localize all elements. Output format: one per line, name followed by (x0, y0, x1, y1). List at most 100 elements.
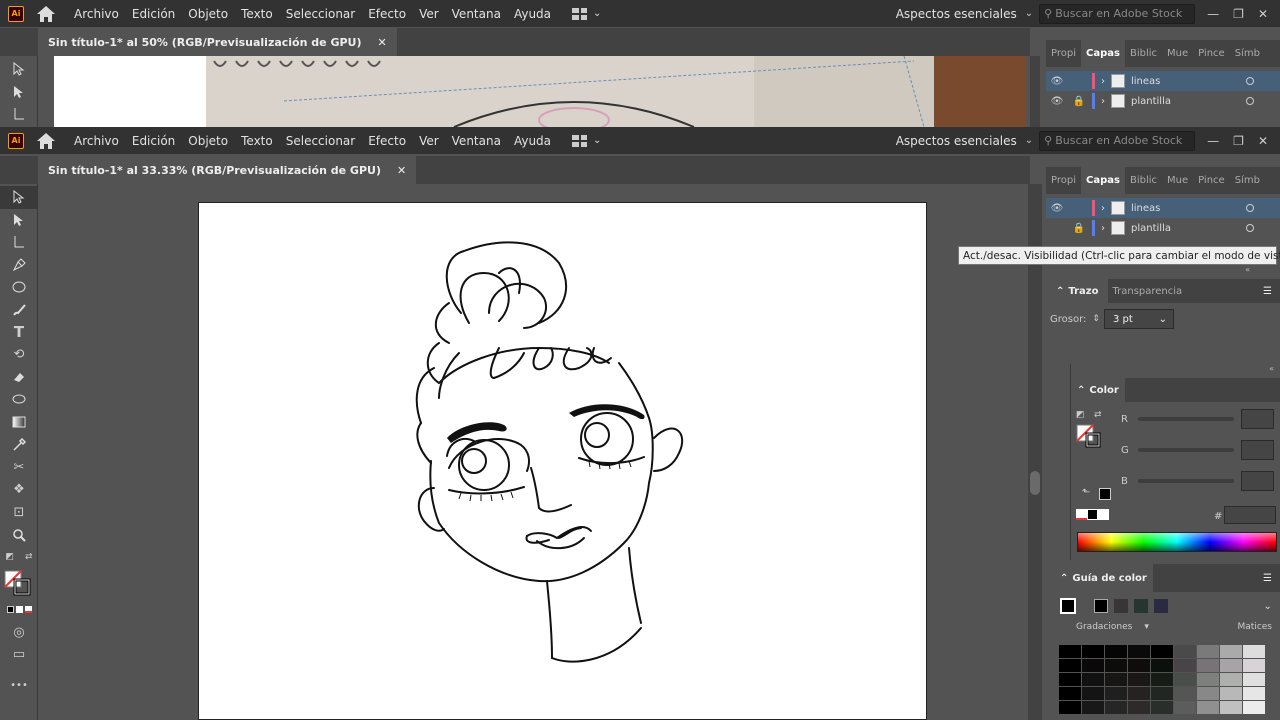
panel-menu-icon[interactable]: ☰ (1263, 573, 1272, 584)
guide-swatch[interactable] (1197, 687, 1219, 700)
layer-row-plantilla[interactable]: 👁 🔒 › plantilla (1046, 91, 1280, 111)
layer-name[interactable]: lineas (1131, 203, 1160, 214)
document-tab[interactable]: Sin título-1* al 50% (RGB/Previsualizaci… (38, 28, 397, 56)
rotate-tool[interactable]: ⟲ (0, 344, 38, 367)
guide-swatch[interactable] (1174, 645, 1196, 658)
tab-simbolos[interactable]: Símb (1230, 175, 1265, 186)
layer-name[interactable]: plantilla (1131, 223, 1171, 234)
chevron-down-icon[interactable]: ▾ (1144, 622, 1149, 632)
guide-swatch[interactable] (1082, 673, 1104, 686)
guide-swatch[interactable] (1059, 673, 1081, 686)
swap-fill-stroke-icon[interactable]: ◩ ⇄ (0, 546, 38, 569)
value-field-b[interactable] (1241, 471, 1274, 491)
screen-mode-icon[interactable]: ▭ (0, 644, 38, 667)
menu-efecto[interactable]: Efecto (368, 7, 406, 21)
close-tab-icon[interactable]: ✕ (378, 36, 387, 49)
scroll-thumb[interactable] (1030, 471, 1040, 495)
draw-mode-icon[interactable]: ◎ (0, 621, 38, 644)
guide-swatch[interactable] (1220, 645, 1242, 658)
guide-swatch[interactable] (1220, 659, 1242, 672)
guide-swatch[interactable] (1151, 659, 1173, 672)
guide-swatch[interactable] (1243, 645, 1265, 658)
black-swatch-small[interactable] (1087, 509, 1098, 520)
guide-swatch[interactable] (1220, 673, 1242, 686)
guide-swatch[interactable] (1197, 673, 1219, 686)
color-mode-buttons[interactable] (0, 599, 38, 622)
menu-edicion[interactable]: Edición (132, 134, 175, 148)
tab-bibliotecas[interactable]: Biblic (1125, 48, 1162, 59)
menu-seleccionar[interactable]: Seleccionar (286, 7, 355, 21)
guide-swatch[interactable] (1082, 645, 1104, 658)
layer-row-lineas[interactable]: 👁 › lineas (1046, 71, 1280, 91)
workspace-switcher[interactable]: Aspectos esenciales (896, 134, 1017, 148)
guide-swatch[interactable] (1128, 645, 1150, 658)
guide-swatch[interactable] (1243, 673, 1265, 686)
guide-swatch[interactable] (1151, 687, 1173, 700)
menu-seleccionar[interactable]: Seleccionar (286, 134, 355, 148)
chevron-right-icon[interactable]: › (1101, 223, 1105, 234)
stroke-weight-field[interactable]: 3 pt ⌄ (1103, 309, 1174, 329)
value-field-r[interactable] (1241, 409, 1274, 429)
tab-color-guide[interactable]: ⌃ Guía de color (1054, 564, 1153, 592)
blend-tool[interactable]: ✂ (0, 456, 38, 479)
stepper-icon[interactable]: ⇕ (1092, 314, 1100, 324)
fill-stroke-selector[interactable] (0, 569, 38, 599)
menu-ayuda[interactable]: Ayuda (514, 134, 551, 148)
layer-name[interactable]: lineas (1131, 76, 1160, 87)
symbol-sprayer-tool[interactable]: ❖ (0, 479, 38, 502)
menu-ventana[interactable]: Ventana (452, 134, 501, 148)
paintbrush-tool[interactable] (0, 299, 38, 322)
harmony-swatch[interactable] (1134, 599, 1148, 613)
guide-swatch[interactable] (1082, 687, 1104, 700)
tab-capas[interactable]: Capas (1081, 167, 1125, 194)
arrange-documents-button[interactable]: ⌄ (572, 134, 601, 147)
base-color-swatch[interactable] (1060, 598, 1076, 614)
guide-swatch[interactable] (1059, 659, 1081, 672)
collapse-icons[interactable]: « (1071, 364, 1280, 378)
more-tools-icon[interactable]: ••• (0, 674, 38, 697)
lasso-tool[interactable] (0, 389, 38, 412)
slider-g[interactable] (1138, 448, 1234, 452)
menu-objeto[interactable]: Objeto (188, 7, 228, 21)
slider-r[interactable] (1138, 417, 1234, 421)
back-canvas-scrollbar[interactable] (1030, 56, 1040, 127)
chevron-down-icon[interactable]: ⌄ (1264, 601, 1272, 612)
guide-swatch[interactable] (1128, 673, 1150, 686)
direct-selection-tool[interactable] (0, 81, 38, 104)
guide-swatch[interactable] (1105, 701, 1127, 714)
guide-swatch[interactable] (1243, 659, 1265, 672)
layer-row-plantilla[interactable]: 🔒 › plantilla (1046, 218, 1280, 238)
menu-ventana[interactable]: Ventana (452, 7, 501, 21)
artboard-tool[interactable]: ⊡ (0, 501, 38, 524)
menu-ayuda[interactable]: Ayuda (514, 7, 551, 21)
eye-icon[interactable]: 👁 (1046, 76, 1068, 87)
zoom-tool[interactable] (0, 524, 38, 547)
direct-selection-tool[interactable] (0, 209, 38, 232)
close-icon[interactable]: ✕ (1258, 134, 1268, 148)
tab-transparencia[interactable]: Transparencia (1112, 286, 1182, 297)
eye-icon[interactable]: 👁 (1046, 96, 1068, 107)
menu-objeto[interactable]: Objeto (188, 134, 228, 148)
tab-propiedades[interactable]: Propi (1046, 175, 1081, 186)
pen-tool[interactable] (0, 254, 38, 277)
tab-pinceles[interactable]: Pince (1193, 175, 1230, 186)
menu-edicion[interactable]: Edición (132, 7, 175, 21)
target-icon[interactable] (1246, 204, 1254, 212)
menu-texto[interactable]: Texto (241, 7, 273, 21)
guide-swatch[interactable] (1220, 687, 1242, 700)
lock-icon[interactable]: 🔒 (1068, 223, 1090, 234)
color-spectrum[interactable] (1077, 532, 1277, 552)
target-icon[interactable] (1246, 77, 1254, 85)
none-white-black-swatches[interactable] (1076, 509, 1109, 520)
guide-swatch[interactable] (1197, 659, 1219, 672)
guide-swatch[interactable] (1174, 673, 1196, 686)
tab-trazo[interactable]: ⌃ Trazo (1046, 279, 1109, 303)
tab-muestras[interactable]: Mue (1162, 48, 1193, 59)
value-field-g[interactable] (1241, 440, 1274, 460)
swap-icon[interactable]: ⇄ (25, 552, 33, 562)
document-tab[interactable]: Sin título-1* al 33.33% (RGB/Previsualiz… (38, 156, 417, 184)
guide-swatch[interactable] (1105, 687, 1127, 700)
target-icon[interactable] (1246, 97, 1254, 105)
guide-swatch[interactable] (1128, 687, 1150, 700)
guide-swatch[interactable] (1151, 701, 1173, 714)
